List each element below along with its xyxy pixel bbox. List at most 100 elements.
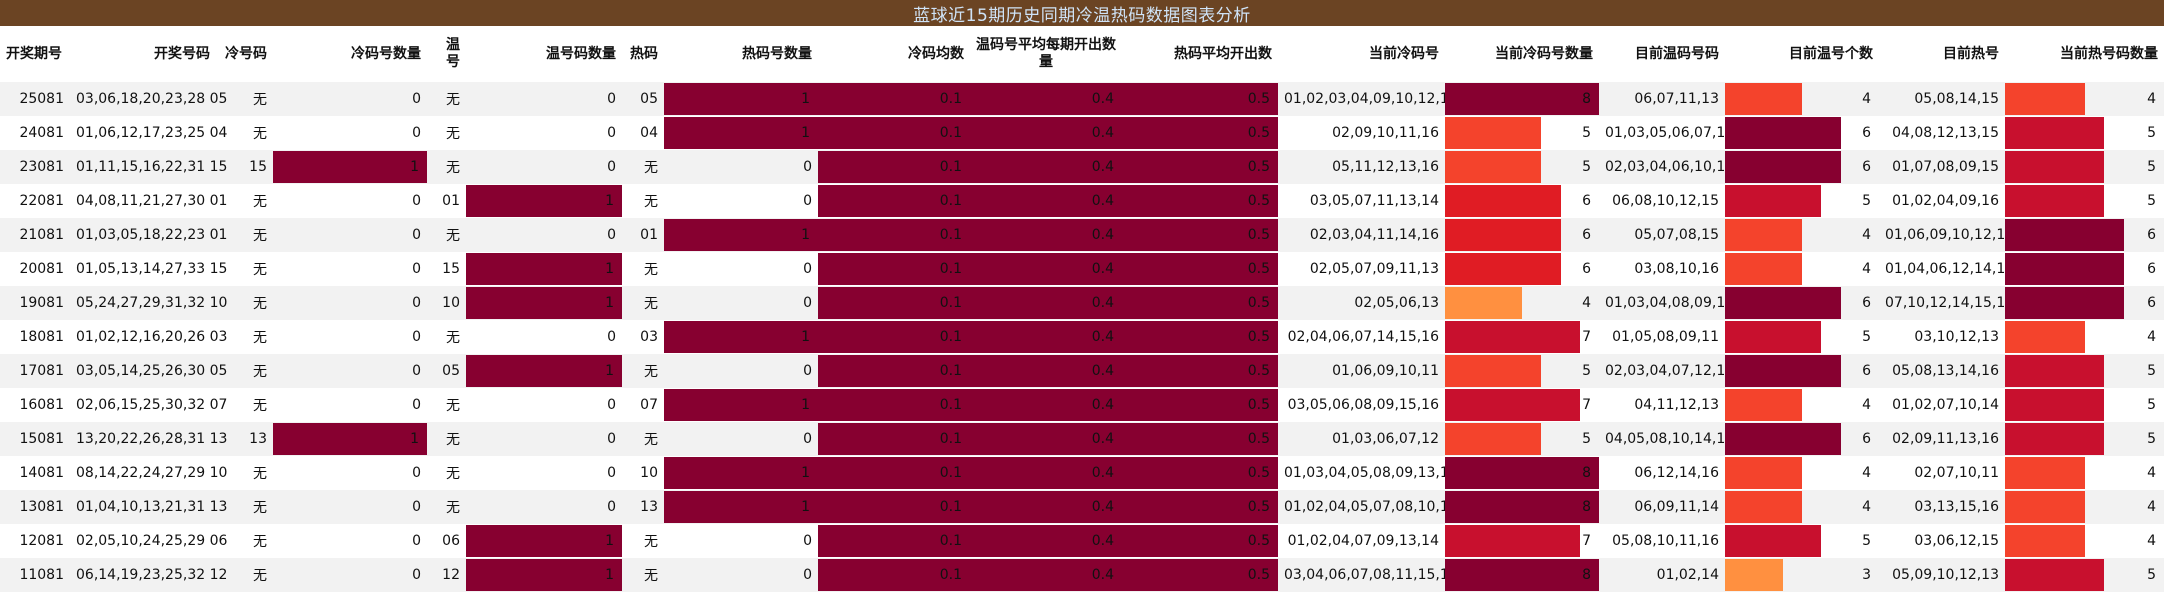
column-header-cur-warm[interactable]: 目前温码号码 bbox=[1599, 26, 1725, 82]
column-header-period[interactable]: 开奖期号 bbox=[0, 26, 70, 82]
cell-cur-hot-cnt: 4 bbox=[2005, 524, 2164, 558]
cell-cold-avg: 0.1 bbox=[818, 354, 970, 388]
column-header-numbers[interactable]: 开奖号码 bbox=[70, 26, 216, 82]
column-header-warm-avg[interactable]: 温码号平均每期开出数量 bbox=[970, 26, 1122, 82]
cell-hot-cnt: 0 bbox=[664, 422, 818, 456]
table-row[interactable]: 25081 03,06,18,20,23,28 05 无 0 无 0 05 1 0.1 0.4 0.… bbox=[0, 82, 2164, 116]
cell-cold-cnt: 0 bbox=[273, 184, 427, 218]
column-header-hot-avg[interactable]: 热码平均开出数 bbox=[1122, 26, 1278, 82]
cell-hot-avg: 0.5 bbox=[1122, 116, 1278, 150]
table-row[interactable]: 12081 02,05,10,24,25,29 06 无 0 06 1 无 0 0.1 0.4 0.… bbox=[0, 524, 2164, 558]
cell-value: 0.5 bbox=[1247, 227, 1270, 243]
cell-cur-cold: 01,02,04,07,09,13,14 bbox=[1278, 524, 1445, 558]
cell-value: 0.1 bbox=[939, 533, 962, 549]
cell-hot-cnt: 0 bbox=[664, 354, 818, 388]
table-row[interactable]: 18081 01,02,12,16,20,26 03 无 0 无 0 03 1 0.1 0.4 0.… bbox=[0, 320, 2164, 354]
cell-value: 0.5 bbox=[1247, 499, 1270, 515]
cell-value: 0.4 bbox=[1091, 193, 1114, 209]
column-header-cold[interactable]: 冷号码 bbox=[216, 26, 273, 82]
cell-warm-avg: 0.4 bbox=[970, 524, 1122, 558]
cell-cur-warm: 03,08,10,16 bbox=[1599, 252, 1725, 286]
cell-cur-cold: 01,03,06,07,12 bbox=[1278, 422, 1445, 456]
cell-cur-cold: 02,03,04,11,14,16 bbox=[1278, 218, 1445, 252]
cell-cold-avg: 0.1 bbox=[818, 388, 970, 422]
cell-hot: 03 bbox=[622, 320, 664, 354]
column-header-cur-cold-cnt[interactable]: 当前冷码号数量 bbox=[1445, 26, 1599, 82]
table-row[interactable]: 14081 08,14,22,24,27,29 10 无 0 无 0 10 1 0.1 0.4 0.… bbox=[0, 456, 2164, 490]
cell-cur-hot: 05,08,14,15 bbox=[1879, 82, 2005, 116]
table-row[interactable]: 16081 02,06,15,25,30,32 07 无 0 无 0 07 1 0.1 0.4 0.… bbox=[0, 388, 2164, 422]
cell-cur-hot: 01,06,09,10,12,13 bbox=[1879, 218, 2014, 252]
column-header-cur-hot-cnt[interactable]: 当前热号码数量 bbox=[2005, 26, 2164, 82]
cell-value: 1 bbox=[801, 397, 810, 413]
column-header-cur-warm-cnt[interactable]: 目前温号个数 bbox=[1725, 26, 1879, 82]
table-row[interactable]: 22081 04,08,11,21,27,30 01 无 0 01 1 无 0 0.1 0.4 0.… bbox=[0, 184, 2164, 218]
cell-value: 5 bbox=[2147, 125, 2156, 141]
column-header-warm-cnt[interactable]: 温号码数量 bbox=[466, 26, 622, 82]
cell-hot-avg: 0.5 bbox=[1122, 490, 1278, 524]
cell-warm-cnt: 0 bbox=[466, 150, 622, 184]
cell-cur-cold-cnt: 6 bbox=[1445, 252, 1599, 286]
cell-cold-avg: 0.1 bbox=[818, 252, 970, 286]
table-row[interactable]: 19081 05,24,27,29,31,32 10 无 0 10 1 无 0 0.1 0.4 0.… bbox=[0, 286, 2164, 320]
cell-warm-avg: 0.4 bbox=[970, 150, 1122, 184]
column-header-hot-cnt[interactable]: 热码号数量 bbox=[664, 26, 818, 82]
cell-warm: 无 bbox=[427, 218, 466, 252]
cell-warm-cnt: 1 bbox=[466, 558, 622, 592]
cell-hot-cnt: 1 bbox=[664, 82, 818, 116]
cell-value: 0.5 bbox=[1247, 465, 1270, 481]
cell-value: 1 bbox=[801, 125, 810, 141]
cell-cur-hot-cnt: 4 bbox=[2005, 320, 2164, 354]
cell-numbers: 01,02,12,16,20,26 03 bbox=[70, 320, 227, 354]
table-row[interactable]: 24081 01,06,12,17,23,25 04 无 0 无 0 04 1 0.1 0.4 0.… bbox=[0, 116, 2164, 150]
cell-period: 14081 bbox=[0, 456, 70, 490]
cell-period: 12081 bbox=[0, 524, 70, 558]
table-row[interactable]: 15081 13,20,22,26,28,31 13 13 1 无 0 无 0 0.1 0.4 0.… bbox=[0, 422, 2164, 456]
cell-cur-hot: 04,08,12,13,15 bbox=[1879, 116, 2005, 150]
cell-value: 0.5 bbox=[1247, 533, 1270, 549]
cell-value: 6 bbox=[1862, 125, 1871, 141]
cell-hot-cnt: 1 bbox=[664, 320, 818, 354]
cell-value: 0.1 bbox=[939, 125, 962, 141]
cell-cur-hot: 02,07,10,11 bbox=[1879, 456, 2005, 490]
cell-numbers: 13,20,22,26,28,31 13 bbox=[70, 422, 227, 456]
cell-value: 0.1 bbox=[939, 397, 962, 413]
cell-cur-cold: 02,09,10,11,16 bbox=[1278, 116, 1445, 150]
cell-value: 1 bbox=[410, 159, 419, 175]
cell-cold-cnt: 0 bbox=[273, 524, 427, 558]
column-header-cold-avg[interactable]: 冷码均数 bbox=[818, 26, 970, 82]
column-header-hot[interactable]: 热码 bbox=[622, 26, 664, 82]
cell-cur-hot-cnt: 5 bbox=[2005, 116, 2164, 150]
cell-cur-warm-cnt: 6 bbox=[1725, 422, 1879, 456]
column-header-warm[interactable]: 温号 bbox=[427, 26, 466, 82]
column-header-cold-cnt[interactable]: 冷码号数量 bbox=[273, 26, 427, 82]
cell-period: 16081 bbox=[0, 388, 70, 422]
cell-value: 1 bbox=[801, 499, 810, 515]
cell-cur-warm-cnt: 4 bbox=[1725, 82, 1879, 116]
cell-value: 0.1 bbox=[939, 363, 962, 379]
table-row[interactable]: 17081 03,05,14,25,26,30 05 无 0 05 1 无 0 0.1 0.4 0.… bbox=[0, 354, 2164, 388]
table-row[interactable]: 21081 01,03,05,18,22,23 01 无 0 无 0 01 1 0.1 0.4 0.… bbox=[0, 218, 2164, 252]
table-row[interactable]: 23081 01,11,15,16,22,31 15 15 1 无 0 无 0 0.1 0.4 0.… bbox=[0, 150, 2164, 184]
cell-warm-cnt: 0 bbox=[466, 82, 622, 116]
table-row[interactable]: 13081 01,04,10,13,21,31 13 无 0 无 0 13 1 0.1 0.4 0.… bbox=[0, 490, 2164, 524]
cell-value: 0.1 bbox=[939, 431, 962, 447]
cell-value: 1 bbox=[605, 295, 614, 311]
cell-hot-avg: 0.5 bbox=[1122, 388, 1278, 422]
column-header-cur-cold[interactable]: 当前冷码号 bbox=[1278, 26, 1445, 82]
cell-warm: 12 bbox=[427, 558, 466, 592]
table-row[interactable]: 20081 01,05,13,14,27,33 15 无 0 15 1 无 0 0.1 0.4 0.… bbox=[0, 252, 2164, 286]
cell-value: 0.4 bbox=[1091, 465, 1114, 481]
column-header-cur-hot[interactable]: 目前热号 bbox=[1879, 26, 2005, 82]
cell-cur-warm-cnt: 6 bbox=[1725, 354, 1879, 388]
table-row[interactable]: 11081 06,14,19,23,25,32 12 无 0 12 1 无 0 0.1 0.4 0.… bbox=[0, 558, 2164, 592]
cell-warm-avg: 0.4 bbox=[970, 422, 1122, 456]
cell-value: 1 bbox=[605, 567, 614, 583]
cell-warm-cnt: 0 bbox=[466, 388, 622, 422]
cell-cur-warm-cnt: 6 bbox=[1725, 286, 1879, 320]
cell-cur-warm: 06,12,14,16 bbox=[1599, 456, 1725, 490]
cell-warm-avg: 0.4 bbox=[970, 354, 1122, 388]
cell-value: 1 bbox=[605, 363, 614, 379]
cell-cur-warm: 05,07,08,15 bbox=[1599, 218, 1725, 252]
cell-value: 0.1 bbox=[939, 193, 962, 209]
